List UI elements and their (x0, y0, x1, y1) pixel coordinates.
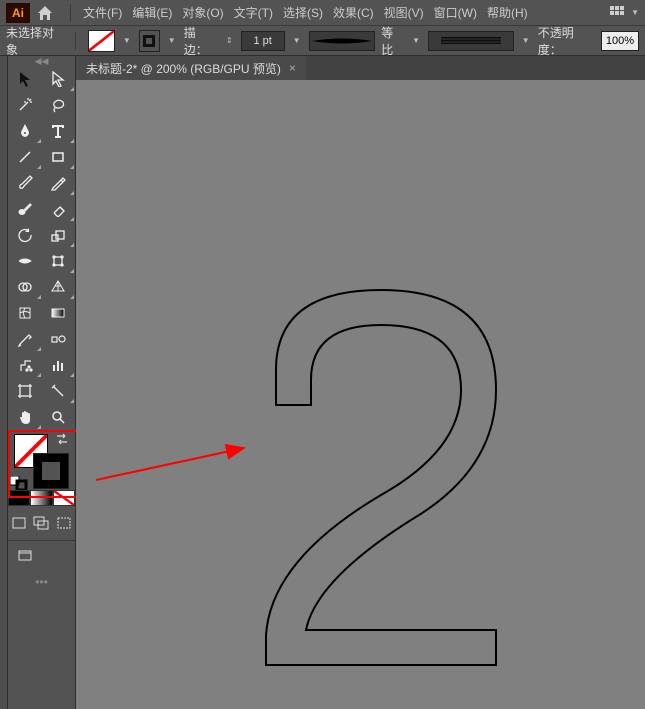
fill-swatch[interactable] (88, 30, 115, 52)
document-tab-bar: 未标题-2* @ 200% (RGB/GPU 预览) × (76, 56, 645, 80)
perspective-grid-tool[interactable] (42, 274, 76, 300)
workspace-switcher-icon[interactable] (609, 5, 625, 21)
draw-normal-icon[interactable] (8, 512, 30, 534)
menu-file[interactable]: 文件(F) (79, 4, 126, 21)
document-tab[interactable]: 未标题-2* @ 200% (RGB/GPU 预览) × (76, 56, 306, 80)
stroke-stepper-icon[interactable]: ⇕ (224, 36, 235, 45)
color-mode-gradient[interactable] (30, 490, 52, 506)
shape-builder-tool[interactable] (8, 274, 42, 300)
brush-definition[interactable] (428, 31, 514, 51)
panel-handle-icon[interactable]: ◀◀ (8, 56, 75, 66)
home-icon[interactable] (36, 5, 54, 21)
selection-status: 未选择对象 (6, 24, 63, 58)
menu-edit[interactable]: 编辑(E) (128, 4, 176, 21)
workspace-dropdown-icon[interactable]: ▼ (631, 8, 639, 17)
hand-tool[interactable] (8, 404, 42, 430)
eraser-tool[interactable] (42, 196, 76, 222)
width-tool[interactable] (8, 248, 42, 274)
draw-behind-icon[interactable] (30, 512, 52, 534)
color-mode-solid[interactable] (8, 490, 30, 506)
artboard-tool[interactable] (8, 378, 42, 404)
stroke-swatch[interactable] (139, 30, 160, 52)
stroke-dropdown-icon[interactable]: ▼ (166, 36, 178, 45)
screen-mode-icon[interactable] (8, 545, 42, 567)
lasso-tool[interactable] (42, 92, 76, 118)
tool-panel: ◀◀ (8, 56, 76, 709)
line-segment-tool[interactable] (8, 144, 42, 170)
paintbrush-tool[interactable] (8, 170, 42, 196)
pencil-tool[interactable] (42, 170, 76, 196)
blob-brush-tool[interactable] (8, 196, 42, 222)
selection-tool[interactable] (8, 66, 42, 92)
brush-dropdown-icon[interactable]: ▼ (520, 36, 532, 45)
menu-object[interactable]: 对象(O) (178, 4, 227, 21)
canvas[interactable] (76, 80, 645, 709)
menu-effect[interactable]: 效果(C) (329, 4, 378, 21)
menu-select[interactable]: 选择(S) (279, 4, 327, 21)
variable-width-profile[interactable] (309, 31, 376, 51)
stroke-weight-dropdown-icon[interactable]: ▼ (291, 36, 303, 45)
column-graph-tool[interactable] (42, 352, 76, 378)
edit-toolbar-icon[interactable]: ••• (8, 575, 75, 589)
opacity-input[interactable]: 100% (601, 31, 639, 51)
eyedropper-tool[interactable] (8, 326, 42, 352)
direct-selection-tool[interactable] (42, 66, 76, 92)
gradient-tool[interactable] (42, 300, 76, 326)
magic-wand-tool[interactable] (8, 92, 42, 118)
options-bar: 未选择对象 ▼ ▼ 描边： ⇕ 1 pt ▼ 等比 ▼ ▼ 不透明度： 100% (0, 26, 645, 56)
document-area: 未标题-2* @ 200% (RGB/GPU 预览) × (76, 56, 645, 709)
opacity-label: 不透明度： (538, 24, 595, 58)
menu-help[interactable]: 帮助(H) (483, 4, 532, 21)
rectangle-tool[interactable] (42, 144, 76, 170)
rotate-tool[interactable] (8, 222, 42, 248)
document-tab-title: 未标题-2* @ 200% (RGB/GPU 预览) (86, 60, 281, 77)
menu-type[interactable]: 文字(T) (230, 4, 277, 21)
menu-bar: Ai 文件(F) 编辑(E) 对象(O) 文字(T) 选择(S) 效果(C) 视… (0, 0, 645, 26)
profile-dropdown-icon[interactable]: ▼ (410, 36, 422, 45)
stroke-weight-input[interactable]: 1 pt (241, 31, 285, 51)
app-logo: Ai (6, 3, 30, 23)
menu-view[interactable]: 视图(V) (380, 4, 428, 21)
scale-label: 等比 (381, 24, 404, 58)
close-tab-icon[interactable]: × (289, 61, 296, 75)
zoom-tool[interactable] (42, 404, 76, 430)
default-fill-stroke-icon[interactable] (10, 476, 30, 490)
pen-tool[interactable] (8, 118, 42, 144)
draw-inside-icon[interactable] (53, 512, 75, 534)
blend-tool[interactable] (42, 326, 76, 352)
mesh-tool[interactable] (8, 300, 42, 326)
type-tool[interactable] (42, 118, 76, 144)
stroke-color-proxy[interactable] (34, 454, 68, 488)
swap-fill-stroke-icon[interactable] (55, 432, 69, 446)
free-transform-tool[interactable] (42, 248, 76, 274)
color-mode-none[interactable] (53, 490, 75, 506)
fill-dropdown-icon[interactable]: ▼ (121, 36, 133, 45)
symbol-sprayer-tool[interactable] (8, 352, 42, 378)
slice-tool[interactable] (42, 378, 76, 404)
dock-strip (0, 56, 8, 709)
artwork-path[interactable] (76, 80, 645, 709)
menu-window[interactable]: 窗口(W) (430, 4, 481, 21)
stroke-label: 描边： (184, 24, 218, 58)
scale-tool[interactable] (42, 222, 76, 248)
